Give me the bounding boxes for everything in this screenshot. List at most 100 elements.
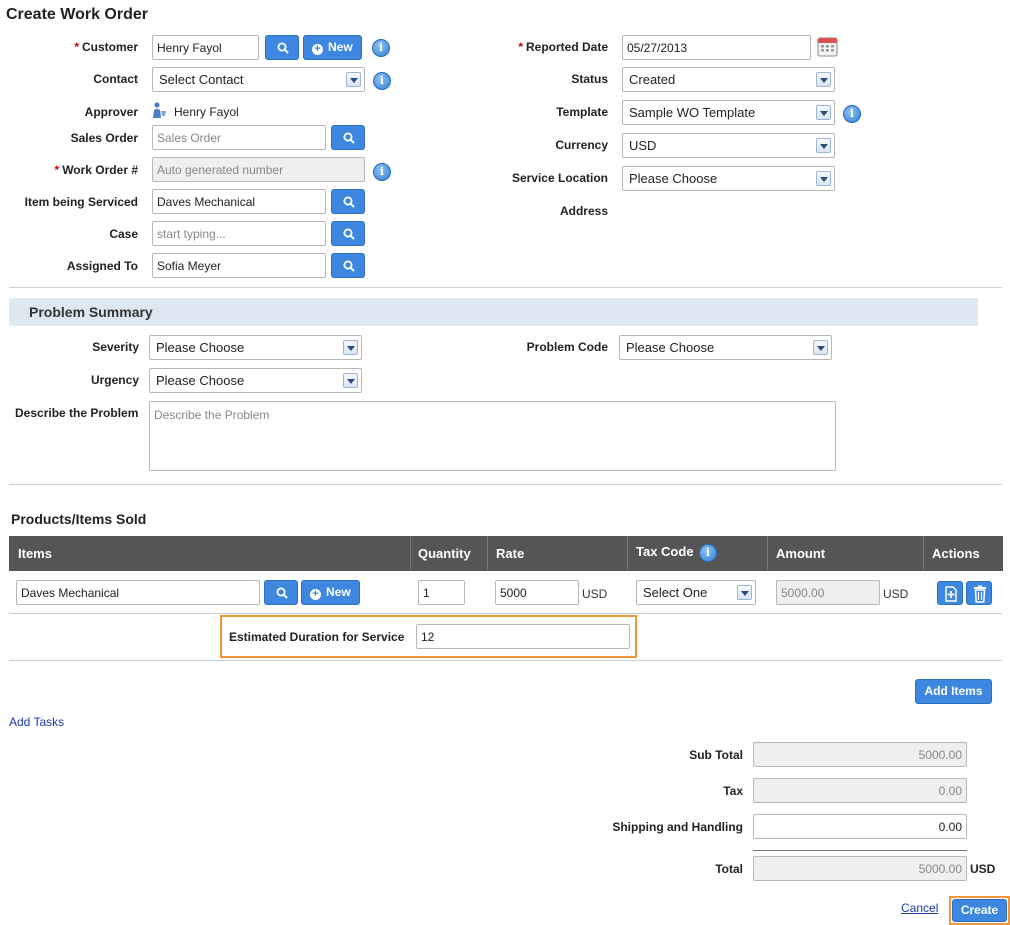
cancel-link[interactable]: Cancel xyxy=(901,901,938,915)
row-rate-currency: USD xyxy=(582,587,608,601)
service-location-label: Service Location xyxy=(511,171,608,185)
approver-value: Henry Fayol xyxy=(174,105,239,119)
info-icon[interactable]: i xyxy=(373,72,391,90)
chevron-down-icon xyxy=(343,373,358,388)
info-icon[interactable]: i xyxy=(843,105,861,123)
customer-new-button[interactable]: + New xyxy=(303,35,362,60)
divider xyxy=(9,287,1002,288)
customer-label: * Customer xyxy=(74,40,138,54)
info-icon[interactable]: i xyxy=(372,39,390,57)
calendar-icon[interactable] xyxy=(817,36,838,57)
shipping-input[interactable] xyxy=(753,814,967,839)
add-tasks-link[interactable]: Add Tasks xyxy=(9,715,64,729)
urgency-label: Urgency xyxy=(90,373,139,387)
item-serviced-search-button[interactable] xyxy=(331,189,365,214)
case-label: Case xyxy=(109,227,138,241)
sub-total-input xyxy=(753,742,967,767)
problem-code-label: Problem Code xyxy=(526,340,608,354)
tax-label: Tax xyxy=(723,784,743,798)
customer-search-button[interactable] xyxy=(265,35,299,60)
work-order-label: * Work Order # xyxy=(54,163,138,177)
row-quantity-input[interactable] xyxy=(418,580,465,605)
service-location-select[interactable]: Please Choose xyxy=(622,166,835,191)
assigned-to-input[interactable] xyxy=(152,253,326,278)
row-item-input[interactable] xyxy=(16,580,260,605)
column-separator xyxy=(923,536,924,571)
describe-problem-label: Describe the Problem xyxy=(15,406,139,420)
describe-problem-textarea[interactable]: Describe the Problem xyxy=(149,401,836,471)
chevron-down-icon xyxy=(816,72,831,87)
total-input xyxy=(753,856,967,881)
search-icon xyxy=(343,228,355,240)
chevron-down-icon xyxy=(813,340,828,355)
products-table-header: Items Quantity Rate Tax Code i Amount Ac… xyxy=(9,536,1003,571)
contact-label: Contact xyxy=(93,72,138,86)
currency-select[interactable]: USD xyxy=(622,133,835,158)
sub-total-label: Sub Total xyxy=(689,748,743,762)
currency-label: Currency xyxy=(555,138,608,152)
shipping-label: Shipping and Handling xyxy=(612,820,743,834)
row-amount-currency: USD xyxy=(883,587,909,601)
delete-row-button[interactable] xyxy=(966,581,992,605)
col-rate: Rate xyxy=(496,546,525,561)
col-items: Items xyxy=(18,546,52,561)
row-rate-input[interactable] xyxy=(495,580,579,605)
trash-icon xyxy=(974,585,986,603)
page-title: Create Work Order xyxy=(6,6,148,23)
template-select[interactable]: Sample WO Template xyxy=(622,100,835,125)
sales-order-input[interactable] xyxy=(152,125,326,150)
approver-label: Approver xyxy=(84,105,138,119)
totals-rule xyxy=(753,850,967,851)
products-section-title: Products/Items Sold xyxy=(11,511,147,527)
sales-order-label: Sales Order xyxy=(70,131,138,145)
case-search-button[interactable] xyxy=(331,221,365,246)
chevron-down-icon xyxy=(816,138,831,153)
address-label: Address xyxy=(559,204,608,218)
assigned-to-label: Assigned To xyxy=(66,259,138,273)
divider xyxy=(9,660,1002,661)
column-separator xyxy=(410,536,411,571)
col-amount: Amount xyxy=(776,546,826,561)
divider xyxy=(9,613,1002,614)
row-tax-code-select[interactable]: Select One xyxy=(636,580,756,605)
search-icon xyxy=(277,42,289,54)
add-row-button[interactable] xyxy=(937,581,963,605)
column-separator xyxy=(487,536,488,571)
customer-input[interactable] xyxy=(152,35,259,60)
add-items-button[interactable]: Add Items xyxy=(915,679,992,704)
row-amount-input xyxy=(776,580,880,605)
search-icon xyxy=(276,587,288,599)
contact-select[interactable]: Select Contact xyxy=(152,67,365,92)
status-select[interactable]: Created xyxy=(622,67,835,92)
chevron-down-icon xyxy=(816,105,831,120)
reported-date-label: * Reported Date xyxy=(518,40,608,54)
assigned-to-search-button[interactable] xyxy=(331,253,365,278)
status-label: Status xyxy=(571,72,608,86)
chevron-down-icon xyxy=(737,585,752,600)
case-input[interactable] xyxy=(152,221,326,246)
chevron-down-icon xyxy=(816,171,831,186)
item-serviced-label: Item being Serviced xyxy=(24,195,138,209)
problem-code-select[interactable]: Please Choose xyxy=(619,335,832,360)
total-label: Total xyxy=(715,862,743,876)
column-separator xyxy=(627,536,628,571)
item-serviced-input[interactable] xyxy=(152,189,326,214)
col-actions: Actions xyxy=(932,546,980,561)
info-icon[interactable]: i xyxy=(699,544,717,562)
sales-order-search-button[interactable] xyxy=(331,125,365,150)
row-item-new-button[interactable]: + New xyxy=(301,580,360,605)
add-document-icon xyxy=(945,586,957,602)
severity-select[interactable]: Please Choose xyxy=(149,335,362,360)
chevron-down-icon xyxy=(346,72,361,87)
info-icon[interactable]: i xyxy=(373,163,391,181)
duration-label: Estimated Duration for Service xyxy=(229,630,405,644)
reported-date-input[interactable] xyxy=(622,35,811,60)
work-order-number-input xyxy=(152,157,365,182)
duration-input[interactable] xyxy=(416,624,630,649)
search-icon xyxy=(343,196,355,208)
row-item-search-button[interactable] xyxy=(264,580,298,605)
create-button[interactable]: Create xyxy=(952,899,1007,922)
plus-circle-icon: + xyxy=(310,589,321,600)
search-icon xyxy=(343,132,355,144)
urgency-select[interactable]: Please Choose xyxy=(149,368,362,393)
